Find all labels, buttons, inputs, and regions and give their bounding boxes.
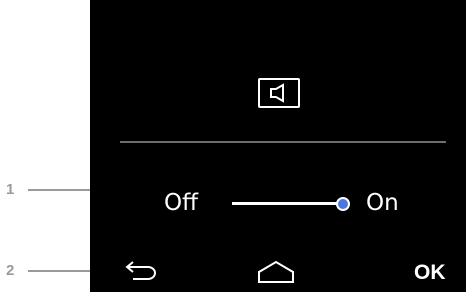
toggle-off-label: Off (164, 190, 198, 216)
callout-number: 2 (6, 262, 15, 279)
toggle-on-label: On (366, 190, 399, 216)
slider-track (232, 202, 344, 205)
divider (120, 141, 446, 143)
slider-knob[interactable] (336, 197, 350, 211)
manual-figure: 1 2 Off On OK (0, 0, 466, 292)
callout-number: 1 (6, 181, 15, 198)
back-button[interactable] (120, 258, 160, 286)
device-screen: Off On OK (90, 0, 466, 292)
on-off-slider[interactable] (232, 194, 356, 214)
home-button[interactable] (256, 258, 296, 286)
home-icon (258, 260, 294, 283)
ok-button[interactable]: OK (414, 260, 446, 286)
back-arrow-icon (125, 261, 156, 280)
speaker-icon (258, 78, 300, 108)
sound-toggle-row: Off On (90, 186, 466, 222)
speaker-icon (270, 83, 284, 103)
navigation-bar: OK (90, 252, 466, 292)
